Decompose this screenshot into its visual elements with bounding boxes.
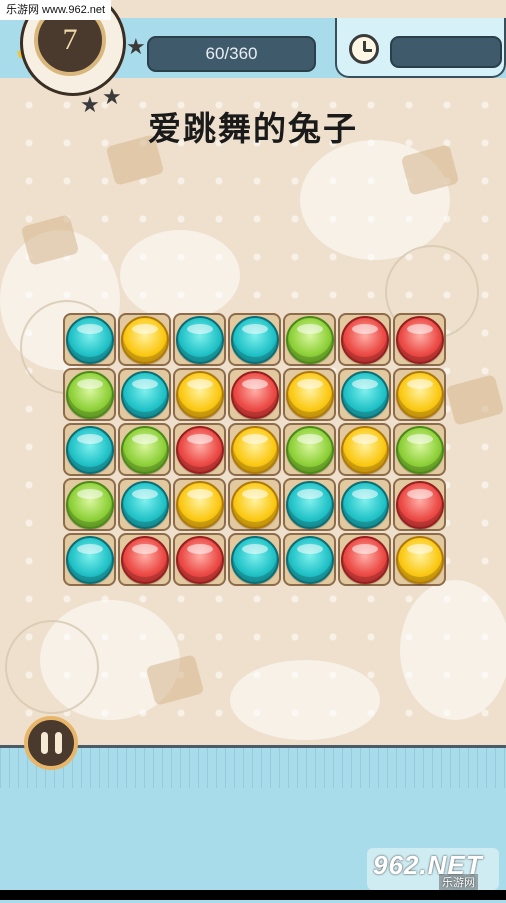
yellow-gem-icon [175,370,224,419]
red-gem-icon [175,535,224,584]
board-tile[interactable] [338,313,391,366]
board-tile[interactable] [63,423,116,476]
teal-gem-icon [285,480,334,529]
teal-gem-icon [65,425,114,474]
teal-gem-icon [65,535,114,584]
board-tile[interactable] [63,313,116,366]
teal-gem-icon [340,480,389,529]
yellow-gem-icon [230,480,279,529]
board-tile[interactable] [228,368,281,421]
board-tile[interactable] [338,368,391,421]
score-counter: 60/360 [147,36,316,72]
board-tile[interactable] [118,313,171,366]
green-gem-icon [285,425,334,474]
teal-gem-icon [340,370,389,419]
teal-gem-icon [120,370,169,419]
pause-button[interactable] [24,716,78,770]
red-gem-icon [340,535,389,584]
board-tile[interactable] [283,478,336,531]
yellow-gem-icon [285,370,334,419]
board-tile[interactable] [283,313,336,366]
board-tile[interactable] [283,368,336,421]
game-board [62,312,447,587]
board-tile[interactable] [118,368,171,421]
bunny-silhouette [400,580,506,720]
board-tile[interactable] [173,478,226,531]
board-tile[interactable] [393,478,446,531]
red-gem-icon [395,480,444,529]
red-gem-icon [395,315,444,364]
watermark-logo-subtext: 乐游网 [439,874,478,890]
yellow-gem-icon [120,315,169,364]
board-tile[interactable] [228,423,281,476]
board-tile[interactable] [118,423,171,476]
teal-gem-icon [120,480,169,529]
bunny-silhouette [230,660,380,740]
yellow-gem-icon [175,480,224,529]
board-tile[interactable] [118,533,171,586]
game-title: 爱跳舞的兔子 [148,109,358,148]
watermark-logo: 962.NET 乐游网 [367,848,499,890]
board-tile[interactable] [173,423,226,476]
teal-gem-icon [175,315,224,364]
timer-display [390,36,502,68]
board-tile[interactable] [63,533,116,586]
star-icon: ★ [126,34,146,59]
board-tile[interactable] [173,533,226,586]
board-tile[interactable] [338,478,391,531]
board-tile[interactable] [228,313,281,366]
board-tile[interactable] [393,313,446,366]
green-gem-icon [65,480,114,529]
satchel-decoration [445,374,505,426]
teal-gem-icon [285,535,334,584]
compass-decoration [5,620,99,714]
green-gem-icon [285,315,334,364]
pause-icon-bar [54,732,62,754]
board-tile[interactable] [338,533,391,586]
green-gem-icon [120,425,169,474]
watermark-top: 乐游网 www.962.net [0,0,112,20]
board-tile[interactable] [393,533,446,586]
teal-gem-icon [65,315,114,364]
board-tile[interactable] [63,478,116,531]
board-tile[interactable] [173,313,226,366]
yellow-gem-icon [395,370,444,419]
red-gem-icon [340,315,389,364]
board-tile[interactable] [228,533,281,586]
teal-gem-icon [230,315,279,364]
red-gem-icon [230,370,279,419]
yellow-gem-icon [230,425,279,474]
star-icon: ★ [80,92,100,117]
yellow-gem-icon [340,425,389,474]
green-gem-icon [65,370,114,419]
board-tile[interactable] [173,368,226,421]
board-tile[interactable] [393,368,446,421]
board-tile[interactable] [283,423,336,476]
yellow-gem-icon [395,535,444,584]
red-gem-icon [120,535,169,584]
board-tile[interactable] [118,478,171,531]
board-tile[interactable] [228,478,281,531]
board-tile[interactable] [393,423,446,476]
teal-gem-icon [230,535,279,584]
bottom-edge [0,890,506,900]
clock-icon [349,34,379,64]
star-icon: ★ [102,84,122,109]
bunny-silhouette [120,230,240,320]
board-tile[interactable] [63,368,116,421]
red-gem-icon [175,425,224,474]
board-tile[interactable] [338,423,391,476]
pause-icon-bar [40,732,48,754]
board-tile[interactable] [283,533,336,586]
green-gem-icon [395,425,444,474]
